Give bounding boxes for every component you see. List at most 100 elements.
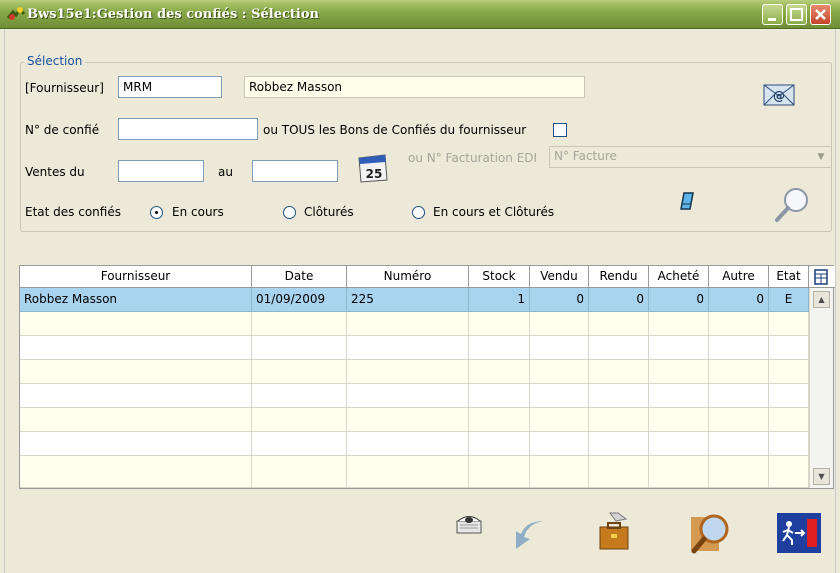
cell-vendu: 0: [530, 288, 589, 312]
chevron-down-icon: ▼: [817, 152, 825, 162]
table-row[interactable]: Robbez Masson 01/09/2009 225 1 0 0 0 0 E: [20, 288, 809, 312]
au-label: au: [218, 165, 233, 179]
cell: [709, 312, 769, 336]
cell: [347, 456, 469, 488]
col-date[interactable]: Date: [252, 266, 347, 288]
cell: [649, 456, 709, 488]
col-stock[interactable]: Stock: [469, 266, 530, 288]
col-rendu[interactable]: Rendu: [589, 266, 649, 288]
cell: [20, 432, 252, 456]
briefcase-button[interactable]: [596, 511, 632, 556]
title-bar[interactable]: Bws15e1:Gestion des confiés : Sélection: [0, 0, 840, 29]
table-row[interactable]: [20, 456, 809, 488]
cell: [252, 336, 347, 360]
cell: [20, 408, 252, 432]
eraser-button[interactable]: [679, 191, 697, 214]
cell: [530, 456, 589, 488]
cell: [252, 408, 347, 432]
cell: [769, 384, 809, 408]
zoom-button[interactable]: [688, 511, 732, 558]
exit-icon: [777, 513, 821, 553]
cell: [252, 384, 347, 408]
cell-rendu: 0: [589, 288, 649, 312]
cell: [709, 360, 769, 384]
confie-label: N° de confié: [25, 123, 100, 137]
table-row[interactable]: [20, 384, 809, 408]
table-row[interactable]: [20, 408, 809, 432]
col-numero[interactable]: Numéro: [347, 266, 469, 288]
tous-checkbox[interactable]: [553, 123, 567, 137]
app-logo-icon: [6, 6, 26, 20]
radio-both-label[interactable]: En cours et Clôturés: [433, 205, 554, 219]
view-button[interactable]: [456, 512, 482, 537]
cell: [469, 408, 530, 432]
table-row[interactable]: [20, 336, 809, 360]
table-row[interactable]: [20, 312, 809, 336]
table-row[interactable]: [20, 432, 809, 456]
grid-scrollbar[interactable]: ▲ ▼: [809, 288, 833, 488]
cell: [530, 360, 589, 384]
cell: [20, 312, 252, 336]
back-button[interactable]: [512, 517, 546, 554]
grid-config-button[interactable]: [809, 266, 833, 288]
magnifier-icon: [691, 514, 729, 554]
cell: [769, 360, 809, 384]
col-autre[interactable]: Autre: [709, 266, 769, 288]
scroll-down-button[interactable]: ▼: [813, 468, 830, 485]
ventes-label: Ventes du: [25, 165, 85, 179]
cell: [252, 312, 347, 336]
cell: [469, 384, 530, 408]
confies-grid[interactable]: Fournisseur Date Numéro Stock Vendu Rend…: [19, 265, 835, 489]
cell-date: 01/09/2009: [252, 288, 347, 312]
cell-etat: E: [769, 288, 809, 312]
cell: [20, 360, 252, 384]
cell: [469, 336, 530, 360]
edi-select[interactable]: N° Facture ▼: [549, 146, 832, 168]
ventes-from-input[interactable]: [118, 160, 204, 182]
email-button[interactable]: @: [763, 84, 795, 109]
col-vendu[interactable]: Vendu: [530, 266, 589, 288]
col-etat[interactable]: Etat: [769, 266, 809, 288]
fournisseur-label[interactable]: [Fournisseur]: [25, 81, 104, 95]
cell: [709, 432, 769, 456]
radio-en-cours[interactable]: [150, 206, 163, 219]
search-button[interactable]: [773, 186, 811, 227]
scroll-up-button[interactable]: ▲: [813, 291, 830, 308]
radio-both[interactable]: [412, 206, 425, 219]
fournisseur-name-field: Robbez Masson: [244, 76, 585, 98]
minimize-icon: [768, 18, 776, 21]
cell: [589, 432, 649, 456]
cell: [769, 336, 809, 360]
radio-en-cours-label[interactable]: En cours: [172, 205, 224, 219]
col-achete[interactable]: Acheté: [649, 266, 709, 288]
cell-achete: 0: [649, 288, 709, 312]
table-settings-icon: [814, 269, 828, 285]
cell: [649, 408, 709, 432]
cell: [347, 384, 469, 408]
maximize-icon: [790, 8, 803, 21]
table-row[interactable]: [20, 360, 809, 384]
minimize-button[interactable]: [762, 4, 783, 25]
col-fournisseur[interactable]: Fournisseur: [20, 266, 252, 288]
cell: [530, 408, 589, 432]
calendar-button[interactable]: 25: [356, 150, 390, 187]
close-button[interactable]: [810, 4, 831, 25]
cell: [20, 336, 252, 360]
cell-autre: 0: [709, 288, 769, 312]
cell: [530, 384, 589, 408]
cell: [769, 408, 809, 432]
radio-clotures-label[interactable]: Clôturés: [304, 205, 354, 219]
cell: [347, 432, 469, 456]
ventes-to-input[interactable]: [252, 160, 338, 182]
cell: [252, 432, 347, 456]
confie-input[interactable]: [118, 118, 258, 140]
calendar-day: 25: [366, 167, 383, 181]
grid-header: Fournisseur Date Numéro Stock Vendu Rend…: [20, 266, 835, 288]
fournisseur-code-input[interactable]: MRM: [118, 76, 222, 98]
radio-clotures[interactable]: [283, 206, 296, 219]
selection-legend: Sélection: [24, 54, 86, 68]
cell: [769, 312, 809, 336]
maximize-button[interactable]: [786, 4, 807, 25]
exit-button[interactable]: [777, 513, 821, 556]
close-icon: [815, 9, 826, 20]
